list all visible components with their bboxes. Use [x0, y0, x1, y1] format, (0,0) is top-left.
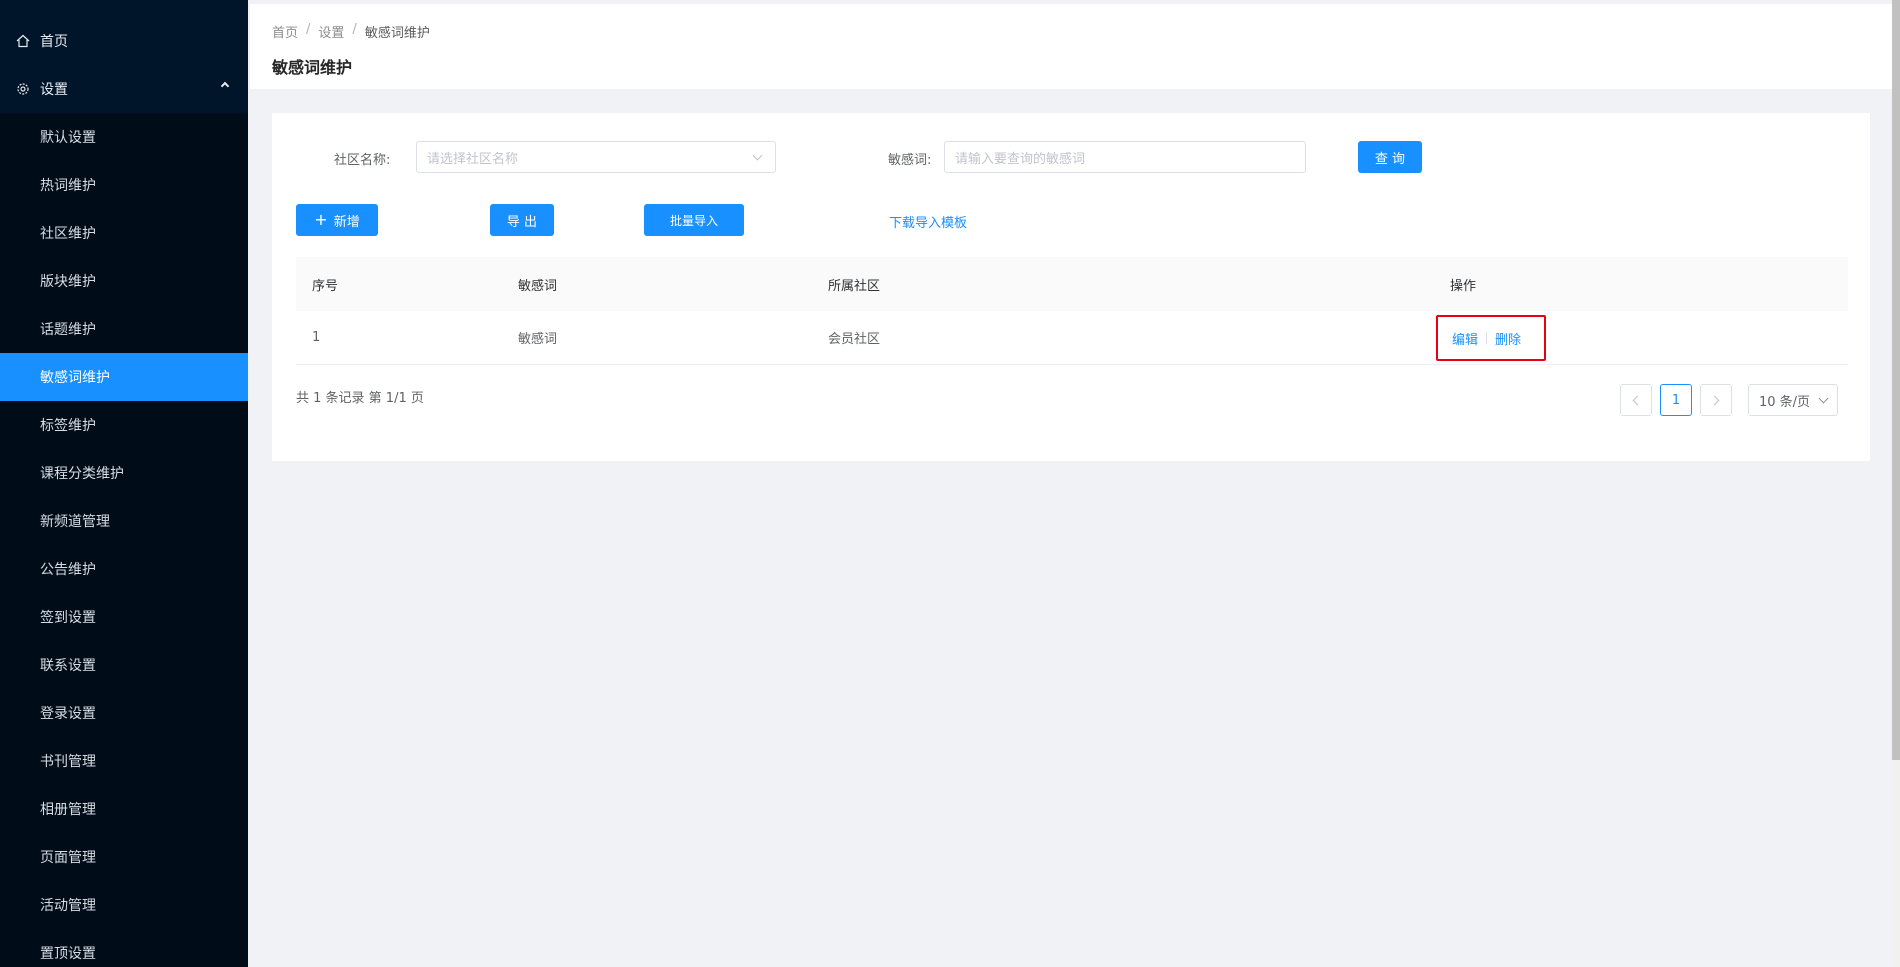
sidebar-group-settings[interactable]: 设置: [0, 65, 248, 113]
community-select[interactable]: 请选择社区名称: [416, 141, 776, 173]
plus-icon: +: [314, 210, 328, 229]
sidebar-item-announcement[interactable]: 公告维护: [0, 545, 248, 593]
settings-submenu: 默认设置 热词维护 社区维护 版块维护 话题维护 敏感词维护 标签维护 课程分类…: [0, 113, 248, 967]
sidebar-item-label: 公告维护: [40, 562, 96, 578]
sidebar-item-label: 敏感词维护: [40, 370, 110, 386]
action-divider: [1486, 332, 1488, 344]
sidebar: 首页 设置 默认设置 热词维护 社区维护 版块维护 话题维护 敏感词维护 标签维…: [0, 0, 248, 967]
chevron-down-icon: [1818, 393, 1829, 404]
download-template-link[interactable]: 下载导入模板: [889, 212, 967, 231]
sensitive-word-label: 敏感词:: [888, 153, 932, 168]
query-button-label: 查 询: [1374, 151, 1406, 167]
sidebar-item-label: 相册管理: [40, 802, 96, 818]
page-size-select[interactable]: 10 条/页: [1748, 384, 1838, 416]
sidebar-item-label: 登录设置: [40, 706, 96, 722]
breadcrumb-separator: /: [306, 22, 311, 37]
page-header: 首页 / 设置 / 敏感词维护 敏感词维护: [250, 4, 1894, 89]
sidebar-item-label: 活动管理: [40, 898, 96, 914]
sidebar-item-label: 页面管理: [40, 850, 96, 866]
header-actions: 操作: [1450, 278, 1477, 294]
sidebar-item-default-settings[interactable]: 默认设置: [0, 113, 248, 161]
sidebar-item-channel[interactable]: 新频道管理: [0, 497, 248, 545]
sidebar-item-pin[interactable]: 置顶设置: [0, 929, 248, 967]
header-index: 序号: [312, 278, 339, 294]
sidebar-item-books[interactable]: 书刊管理: [0, 737, 248, 785]
sidebar-item-hotword[interactable]: 热词维护: [0, 161, 248, 209]
add-button[interactable]: + 新增: [296, 204, 378, 236]
scrollbar-thumb[interactable]: [1892, 0, 1900, 760]
sidebar-item-contact[interactable]: 联系设置: [0, 641, 248, 689]
chevron-left-icon: [1632, 395, 1643, 405]
page-size-label: 10 条/页: [1759, 394, 1811, 410]
cell-index: 1: [312, 330, 321, 345]
sidebar-item-label: 签到设置: [40, 610, 96, 626]
home-icon: [16, 34, 30, 48]
next-page-button[interactable]: [1700, 384, 1732, 416]
page-title: 敏感词维护: [272, 58, 353, 77]
breadcrumb-current: 敏感词维护: [364, 26, 430, 41]
record-summary: 共 1 条记录 第 1/1 页: [296, 391, 424, 406]
page-number-button[interactable]: 1: [1660, 384, 1692, 416]
sidebar-item-label: 置顶设置: [40, 946, 96, 962]
sidebar-item-topic[interactable]: 话题维护: [0, 305, 248, 353]
sidebar-item-label: 课程分类维护: [40, 466, 124, 482]
sensitive-word-input[interactable]: 请输入要查询的敏感词: [944, 141, 1306, 173]
cell-community: 会员社区: [828, 332, 881, 347]
sidebar-item-label: 首页: [40, 34, 68, 50]
breadcrumb-home[interactable]: 首页: [272, 22, 298, 41]
batch-import-button[interactable]: 批量导入: [644, 204, 744, 236]
header-community: 所属社区: [828, 278, 881, 294]
chevron-down-icon: [752, 150, 763, 161]
breadcrumb-separator: /: [352, 22, 357, 37]
sidebar-item-activities[interactable]: 活动管理: [0, 881, 248, 929]
sidebar-item-pages[interactable]: 页面管理: [0, 833, 248, 881]
sidebar-item-label: 话题维护: [40, 322, 96, 338]
sidebar-item-community[interactable]: 社区维护: [0, 209, 248, 257]
sidebar-item-label: 新频道管理: [40, 514, 110, 530]
sidebar-item-label: 联系设置: [40, 658, 96, 674]
sidebar-item-tags[interactable]: 标签维护: [0, 401, 248, 449]
chevron-right-icon: [1709, 395, 1720, 405]
breadcrumb-settings[interactable]: 设置: [318, 22, 344, 41]
sidebar-item-label: 默认设置: [40, 130, 96, 146]
table-header: 序号 敏感词 所属社区 操作: [296, 257, 1848, 311]
batch-import-button-label: 批量导入: [669, 213, 718, 228]
gear-icon: [17, 83, 29, 95]
sidebar-item-checkin[interactable]: 签到设置: [0, 593, 248, 641]
sidebar-item-section[interactable]: 版块维护: [0, 257, 248, 305]
chevron-up-icon: [220, 81, 230, 91]
sidebar-item-label: 社区维护: [40, 226, 96, 242]
main-area: 首页 / 设置 / 敏感词维护 敏感词维护 社区名称: 请选择社区名称 敏感词:…: [248, 0, 1900, 967]
sidebar-item-label: 设置: [40, 82, 68, 98]
delete-link[interactable]: 删除: [1495, 329, 1521, 348]
row-actions: 编辑 删除: [1436, 315, 1546, 361]
export-button-label: 导 出: [506, 214, 538, 230]
sidebar-item-label: 书刊管理: [40, 754, 96, 770]
edit-link[interactable]: 编辑: [1452, 329, 1478, 348]
sidebar-item-course-category[interactable]: 课程分类维护: [0, 449, 248, 497]
sidebar-item-sensitive-words[interactable]: 敏感词维护: [0, 353, 248, 401]
sidebar-item-label: 标签维护: [40, 418, 96, 434]
sidebar-item-label: 热词维护: [40, 178, 96, 194]
sensitive-word-placeholder: 请输入要查询的敏感词: [955, 151, 1086, 167]
community-label: 社区名称:: [334, 153, 391, 168]
table-row: 1 敏感词 会员社区 编辑 删除: [296, 311, 1848, 365]
page-number-label: 1: [1671, 392, 1681, 408]
sidebar-item-label: 版块维护: [40, 274, 96, 290]
header-word: 敏感词: [518, 278, 558, 294]
sidebar-item-albums[interactable]: 相册管理: [0, 785, 248, 833]
add-button-label: 新增: [333, 214, 360, 230]
sensitive-words-table: 序号 敏感词 所属社区 操作 1 敏感词 会员社区 编辑 删除: [296, 257, 1848, 365]
sidebar-item-login[interactable]: 登录设置: [0, 689, 248, 737]
cell-word: 敏感词: [518, 332, 558, 347]
query-button[interactable]: 查 询: [1358, 141, 1422, 173]
export-button[interactable]: 导 出: [490, 204, 554, 236]
prev-page-button[interactable]: [1620, 384, 1652, 416]
sidebar-item-home[interactable]: 首页: [0, 17, 248, 65]
content-card: 社区名称: 请选择社区名称 敏感词: 请输入要查询的敏感词 查 询 + 新增 导…: [272, 113, 1870, 461]
community-placeholder: 请选择社区名称: [427, 151, 519, 167]
breadcrumb: 首页 / 设置 / 敏感词维护: [272, 22, 430, 41]
